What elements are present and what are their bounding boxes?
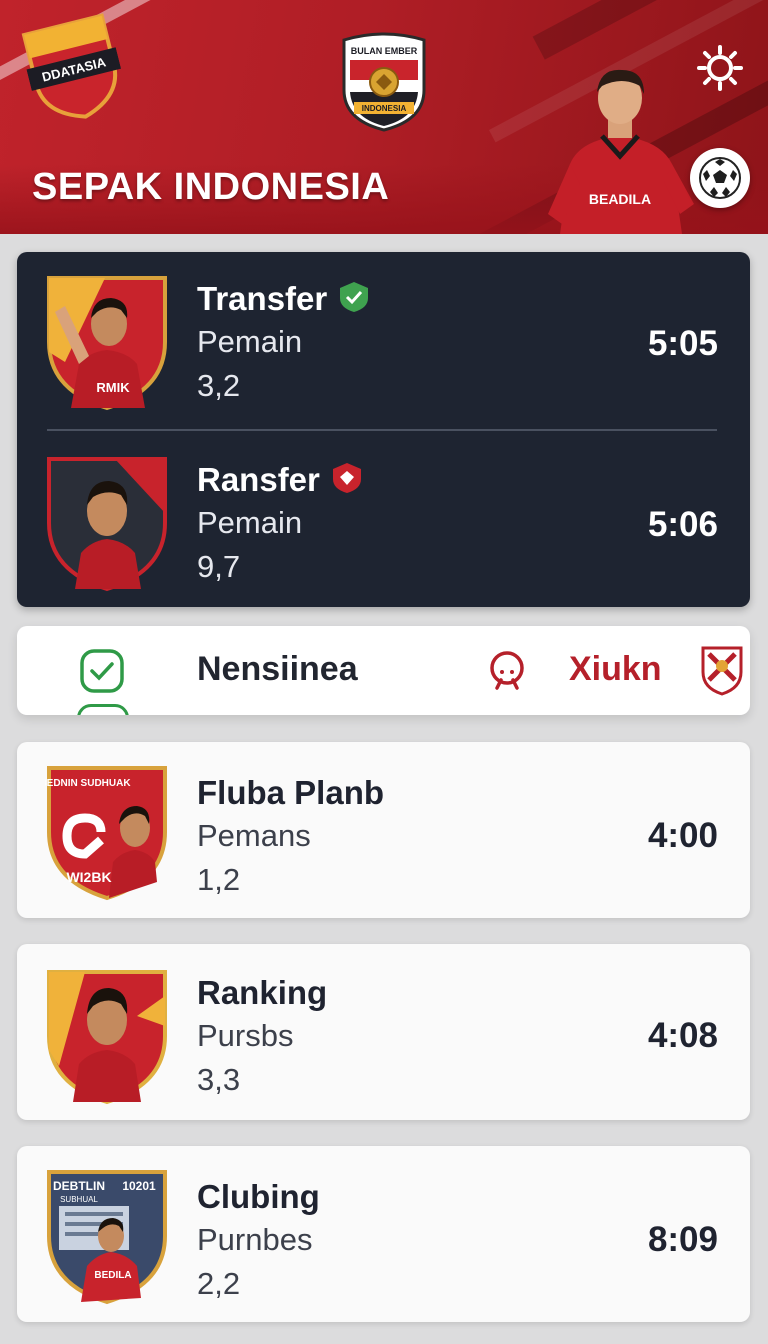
club-crest-icon bbox=[701, 646, 743, 696]
club-crest-button[interactable] bbox=[699, 644, 745, 696]
app-title: SEPAK INDONESIA bbox=[32, 166, 390, 208]
row-subtitle: Pemain bbox=[197, 505, 303, 540]
row-time: 4:00 bbox=[647, 816, 718, 855]
list-item[interactable]: DEBTLIN 10201 SUBHUAL BEDILA Clubing Pur… bbox=[17, 1146, 750, 1322]
transfer-row[interactable]: Ransfer Pemain 9,7 5:06 bbox=[17, 431, 750, 607]
row-title: Ransfer bbox=[197, 461, 364, 499]
shield-top-text: BEDNIN SUDHUAK bbox=[45, 778, 131, 789]
gear-icon bbox=[697, 45, 743, 91]
football-button[interactable] bbox=[690, 148, 750, 208]
row-value: 3,2 bbox=[197, 368, 241, 403]
nav-label-right[interactable]: Xiukn bbox=[569, 650, 662, 689]
check-button[interactable] bbox=[79, 648, 125, 694]
shield-bottom-text: WI2BK bbox=[66, 869, 111, 885]
hero-shirt-text: BEADILA bbox=[589, 191, 651, 207]
shirt-text: RMIK bbox=[96, 380, 130, 395]
row-value: 9,7 bbox=[197, 549, 241, 584]
row-time: 5:06 bbox=[647, 505, 718, 544]
row-time: 8:09 bbox=[647, 1220, 718, 1259]
search-button[interactable] bbox=[485, 648, 529, 696]
row-value: 3,3 bbox=[197, 1062, 241, 1097]
search-icon bbox=[490, 651, 524, 690]
hero-player-image: BEADILA bbox=[540, 64, 700, 234]
row-time: 5:05 bbox=[647, 324, 718, 363]
featured-transfer-card: RMIK Transfer Pemain 3,2 5:05 Ransfer Pe… bbox=[17, 252, 750, 607]
club-shield-avatar: BEDNIN SUDHUAK WI2BK bbox=[39, 762, 169, 902]
crest-top-text: BULAN EMBER bbox=[351, 46, 418, 56]
settings-button[interactable] bbox=[692, 40, 748, 96]
row-title: Clubing bbox=[197, 1178, 320, 1215]
row-subtitle: Pemain bbox=[197, 324, 303, 359]
filter-bar: Nensiinea Xiukn bbox=[17, 626, 750, 715]
row-value: 2,2 bbox=[197, 1266, 241, 1301]
row-subtitle: Pursbs bbox=[197, 1018, 294, 1053]
row-title: Fluba Planb bbox=[197, 774, 385, 811]
list-item[interactable]: Ranking Pursbs 3,3 4:08 bbox=[17, 944, 750, 1120]
row-time: 4:08 bbox=[647, 1016, 718, 1055]
club-shield-avatar: DEBTLIN 10201 SUBHUAL BEDILA bbox=[45, 1166, 169, 1306]
transfer-row[interactable]: RMIK Transfer Pemain 3,2 5:05 bbox=[17, 252, 750, 428]
federation-crest-logo: BULAN EMBER INDONESIA bbox=[336, 30, 432, 132]
player-shield-avatar bbox=[45, 966, 169, 1106]
nav-label-left[interactable]: Nensiinea bbox=[197, 650, 358, 689]
soccer-ball-icon bbox=[699, 157, 741, 199]
shield-top-right-text: 10201 bbox=[122, 1179, 156, 1193]
row-value: 1,2 bbox=[197, 862, 241, 897]
crest-bottom-text: INDONESIA bbox=[362, 104, 407, 113]
row-title: Transfer bbox=[197, 280, 371, 318]
row-subtitle: Purnbes bbox=[197, 1222, 313, 1257]
player-shield-avatar bbox=[45, 453, 169, 593]
club-badge-logo: DDATASIA bbox=[17, 8, 131, 131]
shield-top-text: DEBTLIN bbox=[53, 1179, 105, 1193]
check-icon bbox=[80, 649, 124, 693]
app-header: DDATASIA BULAN EMBER INDONESIA SEPAK IND… bbox=[0, 0, 768, 234]
red-shield-icon bbox=[330, 461, 364, 495]
shirt-text: BEDILA bbox=[94, 1270, 131, 1281]
player-shield-avatar: RMIK bbox=[45, 272, 169, 412]
check-button-secondary bbox=[77, 704, 129, 715]
row-subtitle: Pemans bbox=[197, 818, 311, 853]
shield-sub-text: SUBHUAL bbox=[60, 1195, 98, 1204]
green-shield-icon bbox=[337, 280, 371, 314]
list-item[interactable]: BEDNIN SUDHUAK WI2BK Fluba Planb Pemans … bbox=[17, 742, 750, 918]
row-title: Ranking bbox=[197, 974, 328, 1011]
